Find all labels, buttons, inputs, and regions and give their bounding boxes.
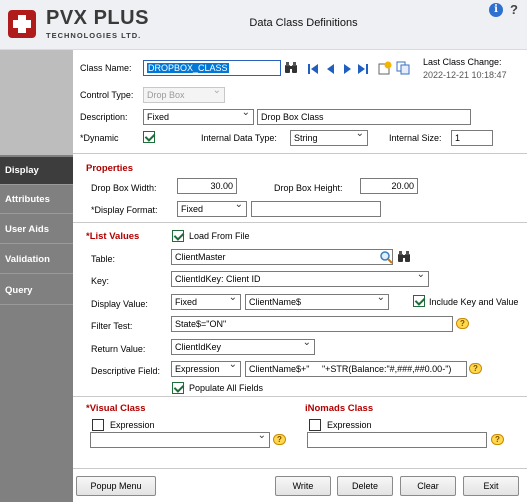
previous-record-icon[interactable] (324, 62, 338, 76)
properties-heading: Properties (86, 163, 133, 174)
header-bar: PVX PLUS TECHNOLOGIES LTD. Data Class De… (0, 0, 527, 50)
description-label: Description: (80, 112, 128, 122)
visual-class-expression-label: Expression (110, 420, 155, 430)
main-panel: Class Name: DROPBOX_CLASS Last Class Cha… (73, 50, 527, 502)
internal-data-type-label: Internal Data Type: (201, 133, 277, 143)
description-mode-select[interactable]: Fixed (143, 109, 254, 125)
load-from-file-label: Load From File (189, 231, 250, 241)
control-type-select[interactable]: Drop Box (143, 87, 225, 103)
first-record-icon[interactable] (306, 62, 320, 76)
display-format-label: *Display Format: (91, 205, 158, 215)
populate-all-fields-checkbox[interactable] (172, 382, 184, 394)
info-icon[interactable]: i (489, 3, 503, 17)
exit-button[interactable]: Exit (463, 476, 519, 496)
drop-box-height-label: Drop Box Height: (274, 183, 343, 193)
include-key-label: Include Key and Value (429, 297, 519, 307)
visual-class-select[interactable] (90, 432, 270, 448)
class-name-label: Class Name: (80, 63, 132, 73)
help-icon[interactable]: ? (510, 3, 522, 17)
visual-class-heading: *Visual Class (86, 403, 146, 414)
sidebar-header-area (0, 50, 73, 155)
class-name-value: DROPBOX_CLASS (147, 63, 229, 73)
display-format-select[interactable]: Fixed (177, 201, 247, 217)
last-change-label: Last Class Change: (423, 57, 502, 67)
display-value-field-select[interactable]: ClientName$ (245, 294, 389, 310)
populate-all-fields-label: Populate All Fields (189, 383, 264, 393)
window-title: Data Class Definitions (249, 17, 358, 29)
return-value-label: Return Value: (91, 344, 146, 354)
control-type-label: Control Type: (80, 90, 134, 100)
divider (73, 468, 527, 469)
binoculars-icon[interactable] (397, 250, 411, 264)
descriptive-field-label: Descriptive Field: (91, 366, 161, 376)
expression-helper-icon[interactable]: ? (273, 434, 286, 445)
new-record-icon[interactable] (378, 61, 392, 75)
descriptive-field-input[interactable]: ClientName$+" "+STR(Balance:"#,###,##0.0… (245, 361, 467, 377)
sidebar-item-query[interactable]: Query (0, 277, 73, 305)
last-change-value: 2022-12-21 10:18:47 (423, 70, 507, 80)
drop-box-width-label: Drop Box Width: (91, 183, 157, 193)
binoculars-icon[interactable] (284, 61, 298, 75)
clear-button[interactable]: Clear (400, 476, 456, 496)
visual-class-expression-checkbox[interactable] (92, 419, 104, 431)
divider (73, 222, 527, 223)
sidebar-item-display[interactable]: Display (0, 157, 73, 185)
expression-helper-icon[interactable]: ? (491, 434, 504, 445)
internal-size-label: Internal Size: (389, 133, 442, 143)
internal-size-input[interactable]: 1 (451, 130, 493, 146)
drop-box-width-input[interactable]: 30.00 (177, 178, 237, 194)
display-format-input[interactable] (251, 201, 381, 217)
drop-box-height-input[interactable]: 20.00 (360, 178, 418, 194)
search-icon[interactable] (379, 250, 393, 264)
inomads-class-expression-checkbox[interactable] (309, 419, 321, 431)
expression-helper-icon[interactable]: ? (456, 318, 469, 329)
filter-test-label: Filter Test: (91, 321, 133, 331)
display-value-label: Display Value: (91, 299, 148, 309)
sidebar-item-user-aids[interactable]: User Aids (0, 216, 73, 244)
copy-icon[interactable] (396, 61, 410, 75)
key-label: Key: (91, 276, 110, 286)
filter-test-input[interactable]: State$="ON" (171, 316, 453, 332)
list-values-heading: *List Values (86, 231, 140, 242)
dynamic-checkbox[interactable] (143, 131, 155, 143)
description-input[interactable]: Drop Box Class (257, 109, 471, 125)
divider (73, 396, 527, 397)
next-record-icon[interactable] (340, 62, 354, 76)
return-value-select[interactable]: ClientIdKey (171, 339, 315, 355)
divider (73, 153, 527, 154)
logo-subtext: TECHNOLOGIES LTD. (46, 31, 142, 40)
sidebar-item-attributes[interactable]: Attributes (0, 186, 73, 214)
inomads-class-heading: iNomads Class (305, 403, 374, 414)
include-key-checkbox[interactable] (413, 295, 425, 307)
table-input[interactable]: ClientMaster (171, 249, 393, 265)
last-record-icon[interactable] (356, 62, 370, 76)
popup-menu-button[interactable]: Popup Menu (76, 476, 156, 496)
load-from-file-checkbox[interactable] (172, 230, 184, 242)
inomads-class-input[interactable] (307, 432, 487, 448)
expression-helper-icon[interactable]: ? (469, 363, 482, 374)
descriptive-field-mode-select[interactable]: Expression (171, 361, 241, 377)
sidebar-item-validation[interactable]: Validation (0, 246, 73, 274)
internal-data-type-select[interactable]: String (290, 130, 368, 146)
dynamic-label: *Dynamic (80, 133, 119, 143)
delete-button[interactable]: Delete (337, 476, 393, 496)
class-name-input[interactable]: DROPBOX_CLASS (143, 60, 281, 76)
display-value-mode-select[interactable]: Fixed (171, 294, 241, 310)
key-select[interactable]: ClientIdKey: Client ID (171, 271, 429, 287)
table-label: Table: (91, 254, 116, 264)
write-button[interactable]: Write (275, 476, 331, 496)
inomads-class-expression-label: Expression (327, 420, 372, 430)
